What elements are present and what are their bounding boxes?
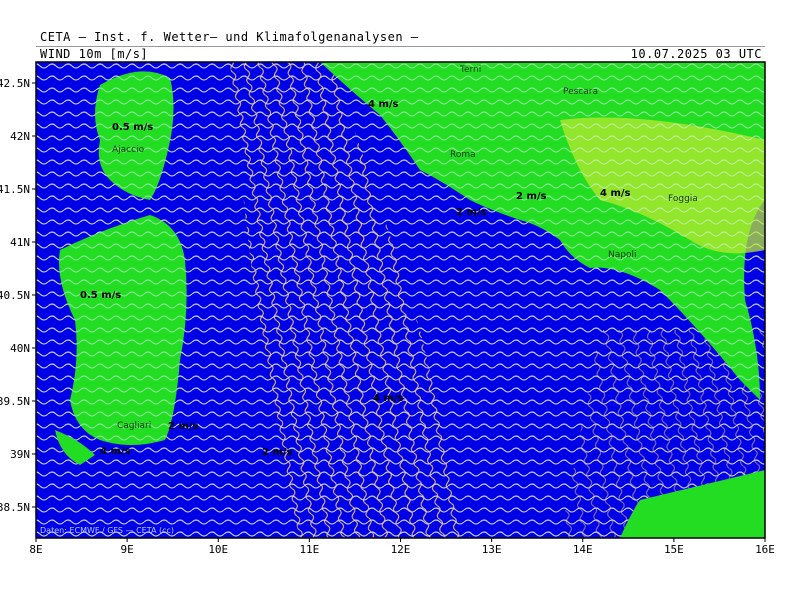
lat-tick-label: 39N (10, 448, 30, 461)
wind-label: 4 m/s (368, 99, 399, 110)
wind-label: 2 m/s (262, 447, 293, 458)
wind-label: 0.5 m/s (112, 122, 153, 133)
lat-tick-label: 40N (10, 342, 30, 355)
lat-tick-label: 38.5N (0, 501, 30, 514)
wind-label: 2 m/s (516, 191, 547, 202)
place-cagliari: Cagliari (117, 421, 151, 431)
lon-tick-label: 12E (391, 543, 411, 556)
place-pescara: Pescara (563, 87, 598, 97)
latitude-axis: 42.5N 42N 41.5N 41N 40.5N 40N 39.5N 39N 38.5N (0, 77, 36, 514)
place-foggia: Foggia (668, 194, 698, 204)
lat-tick-label: 41.5N (0, 183, 30, 196)
place-napoli: Napoli (608, 250, 636, 260)
wind-label: 2 m/s (168, 421, 199, 432)
lat-tick-label: 42N (10, 130, 30, 143)
map-area: Terni Pescara Ajaccio Roma Foggia Napoli… (36, 62, 765, 538)
lon-tick-label: 13E (482, 543, 502, 556)
place-terni: Terni (459, 65, 481, 75)
wind-label: 4 m/s (600, 188, 631, 199)
lon-tick-label: 11E (299, 543, 319, 556)
lon-tick-label: 15E (664, 543, 684, 556)
wind-label: 2 m/s (456, 207, 487, 218)
place-roma: Roma (450, 150, 476, 160)
lon-tick-label: 10E (208, 543, 228, 556)
lat-tick-label: 40.5N (0, 289, 30, 302)
lat-tick-label: 41N (10, 236, 30, 249)
lon-tick-label: 9E (121, 543, 134, 556)
wind-label: 4 m/s (100, 446, 131, 457)
wind-label: 0.5 m/s (80, 290, 121, 301)
wind-label: 4 m/s (373, 393, 404, 404)
lat-tick-label: 39.5N (0, 395, 30, 408)
lon-tick-label: 16E (755, 543, 775, 556)
place-ajaccio: Ajaccio (112, 145, 145, 155)
data-credit: Daten: ECMWF / GFS — CETA (cc) (40, 526, 174, 535)
lat-tick-label: 42.5N (0, 77, 30, 90)
lon-tick-label: 14E (573, 543, 593, 556)
lon-tick-label: 8E (29, 543, 42, 556)
wind-map: Terni Pescara Ajaccio Roma Foggia Napoli… (0, 61, 775, 556)
longitude-axis: 8E 9E 10E 11E 12E 13E 14E 15E 16E (29, 538, 775, 556)
